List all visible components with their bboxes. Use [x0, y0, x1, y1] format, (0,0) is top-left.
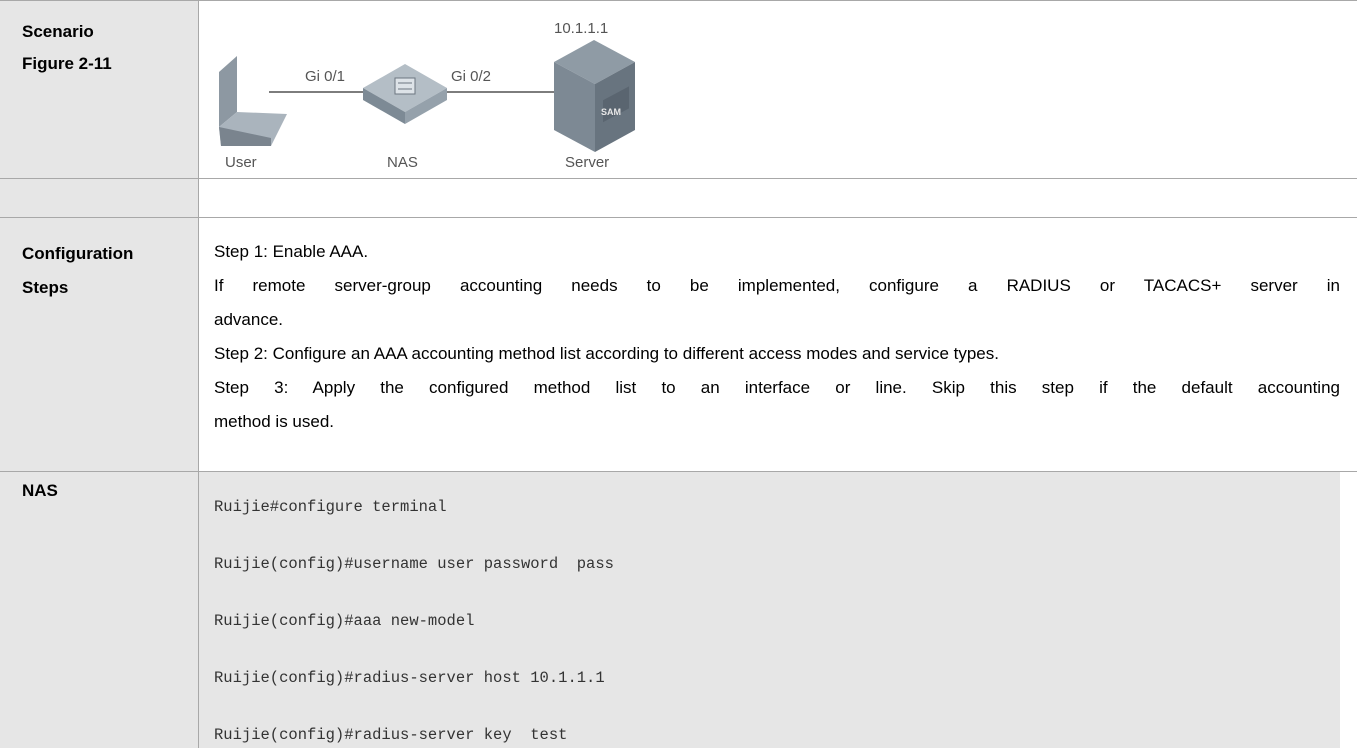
port-right-label: Gi 0/2 [451, 68, 492, 85]
server-node-label: Server [565, 154, 610, 171]
scenario-label: Scenario [22, 22, 94, 41]
code-block: Ruijie#configure terminal Ruijie(config)… [199, 472, 1340, 748]
config-steps-label-line2: Steps [22, 278, 69, 297]
code-line: Ruijie(config)#radius-server host 10.1.1… [214, 669, 605, 687]
label-column [0, 0, 198, 748]
step-line: Step 1: Enable AAA. [214, 242, 369, 261]
step-line: Step 3: Apply the configured method list… [214, 378, 1340, 397]
nas-label: NAS [22, 481, 58, 500]
figure-label: Figure 2-11 [22, 54, 112, 73]
laptop-icon [219, 56, 287, 146]
code-line: Ruijie(config)#username user password pa… [214, 555, 614, 573]
step-line: advance. [214, 310, 283, 329]
code-line: Ruijie(config)#aaa new-model [214, 612, 475, 630]
server-ip-label: 10.1.1.1 [554, 20, 609, 37]
code-line: Ruijie(config)#radius-server key test [214, 726, 568, 744]
server-icon [554, 40, 635, 152]
step-line: If remote server-group accounting needs … [214, 276, 1340, 295]
row-divider [0, 217, 1357, 218]
network-diagram: 10.1.1.1 Gi 0/1 Gi 0/2 SAM User NAS Serv… [199, 0, 699, 178]
step-line: Step 2: Configure an AAA accounting meth… [214, 344, 999, 363]
nas-node-label: NAS [387, 154, 418, 171]
step-line: method is used. [214, 412, 335, 431]
config-steps-label: Configuration [22, 244, 134, 263]
user-node-label: User [225, 154, 257, 171]
port-left-label: Gi 0/1 [305, 68, 346, 85]
server-badge: SAM [601, 107, 621, 117]
topology-svg [219, 40, 635, 152]
row-divider [0, 178, 1357, 179]
switch-icon [363, 64, 447, 124]
configuration-steps: Step 1: Enable AAA. If remote server-gro… [214, 235, 1340, 439]
code-line: Ruijie#configure terminal [214, 498, 447, 516]
